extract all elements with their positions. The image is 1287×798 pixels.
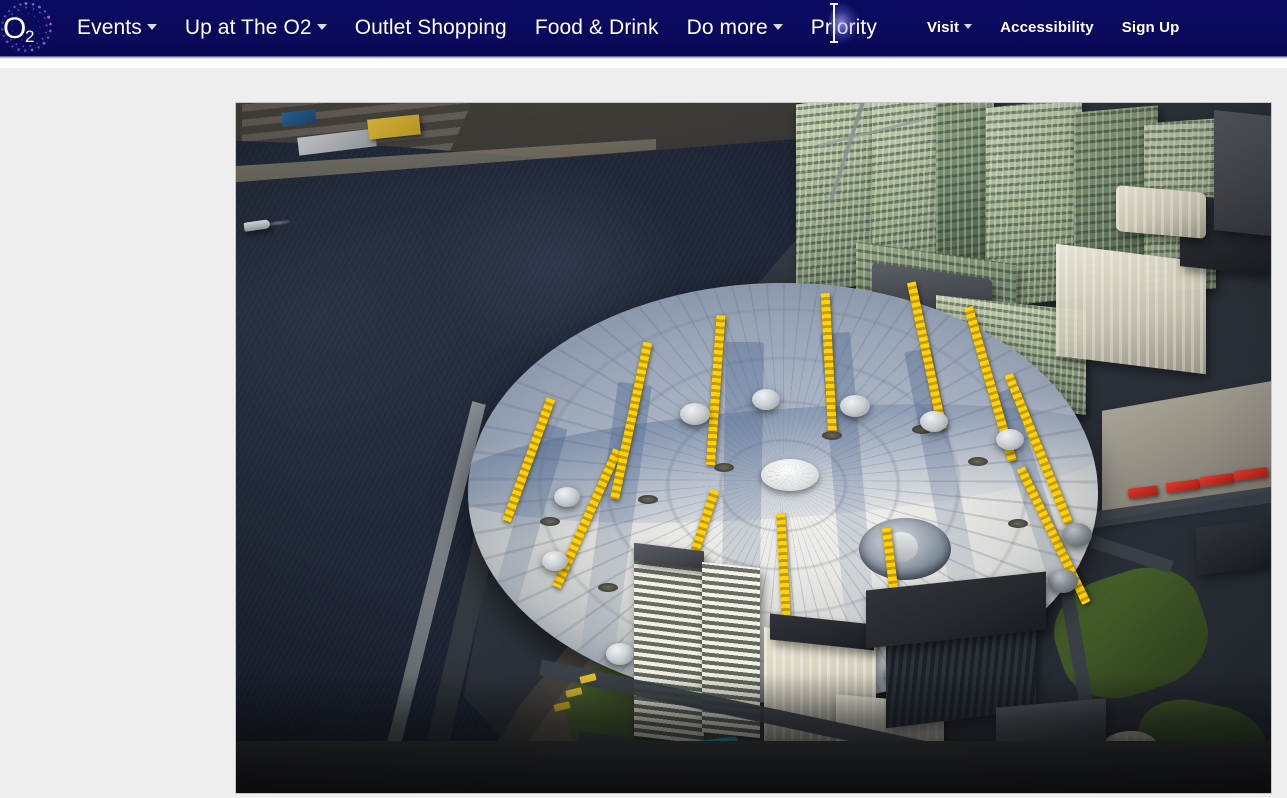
o2-logo-subscript: 2: [25, 27, 34, 46]
dome-rim-pod-2: [752, 389, 780, 410]
dome-rim-pod-4: [920, 411, 948, 432]
hero-image: [236, 103, 1271, 793]
nav-item-label: Do more: [686, 16, 768, 39]
primary-navigation: Events Up at The O2 Outlet Shopping Food…: [63, 0, 891, 56]
building-industrial-m: [1214, 109, 1271, 237]
dome-rim-pod-9: [542, 551, 568, 571]
aerial-photo-the-o2: [236, 103, 1271, 793]
dome-rim-pod-3: [840, 395, 870, 417]
nav-item-sign-up[interactable]: Sign Up: [1108, 0, 1194, 56]
dome-mast-base-2: [598, 583, 618, 592]
photo-bottom-dark-band: [236, 741, 1271, 793]
nav-item-food-and-drink[interactable]: Food & Drink: [521, 0, 673, 56]
nav-item-label: Up at The O2: [184, 16, 312, 39]
nav-item-priority[interactable]: Priority: [797, 0, 891, 56]
building-east-shed: [1196, 518, 1271, 576]
chevron-down-icon: [316, 24, 327, 30]
dome-rim-pod-8: [554, 487, 580, 507]
dome-rim-pod-5: [996, 429, 1024, 450]
page-top-strip: [0, 59, 1287, 68]
dome-mast-base-4: [714, 463, 734, 472]
nav-item-up-at-the-o2[interactable]: Up at The O2: [171, 0, 341, 56]
chevron-down-icon: [772, 24, 783, 30]
o2-logo[interactable]: O 2: [0, 0, 56, 56]
dome-mast-base-3: [638, 495, 658, 504]
dome-mast-base-1: [540, 517, 560, 526]
dome-rim-pod-7: [1048, 569, 1078, 593]
nav-item-label: Accessibility: [1000, 19, 1094, 36]
chevron-down-icon: [964, 24, 973, 29]
dome-rim-pod-6: [1062, 523, 1092, 547]
nav-item-accessibility[interactable]: Accessibility: [986, 0, 1108, 56]
nav-item-label: Food & Drink: [534, 16, 659, 39]
o2-logo-text: O: [3, 12, 26, 45]
nav-item-do-more[interactable]: Do more: [673, 0, 797, 56]
dome-mast-base-9: [968, 457, 988, 466]
chevron-down-icon: [146, 24, 157, 30]
nav-item-label: Outlet Shopping: [354, 16, 507, 39]
nav-item-label: Priority: [810, 16, 877, 39]
dome-mast-base-6: [822, 431, 842, 440]
nav-item-events[interactable]: Events: [63, 0, 171, 56]
dome-rim-pod-1: [680, 403, 710, 425]
nav-item-label: Events: [77, 16, 142, 39]
dome-rim-pod-10: [606, 643, 634, 665]
nav-item-label: Visit: [926, 19, 960, 36]
secondary-navigation: Visit Accessibility Sign Up: [913, 0, 1194, 56]
dome-vent-opening: [858, 518, 951, 581]
nav-item-outlet-shopping[interactable]: Outlet Shopping: [341, 0, 521, 56]
site-header-navbar: O 2 Events Up at The O2 Outlet Shopping …: [0, 0, 1287, 56]
nav-item-visit[interactable]: Visit: [913, 0, 986, 56]
dome-mast-base-10: [1008, 519, 1028, 528]
nav-item-label: Sign Up: [1121, 19, 1180, 36]
building-curved-l: [1116, 185, 1206, 239]
